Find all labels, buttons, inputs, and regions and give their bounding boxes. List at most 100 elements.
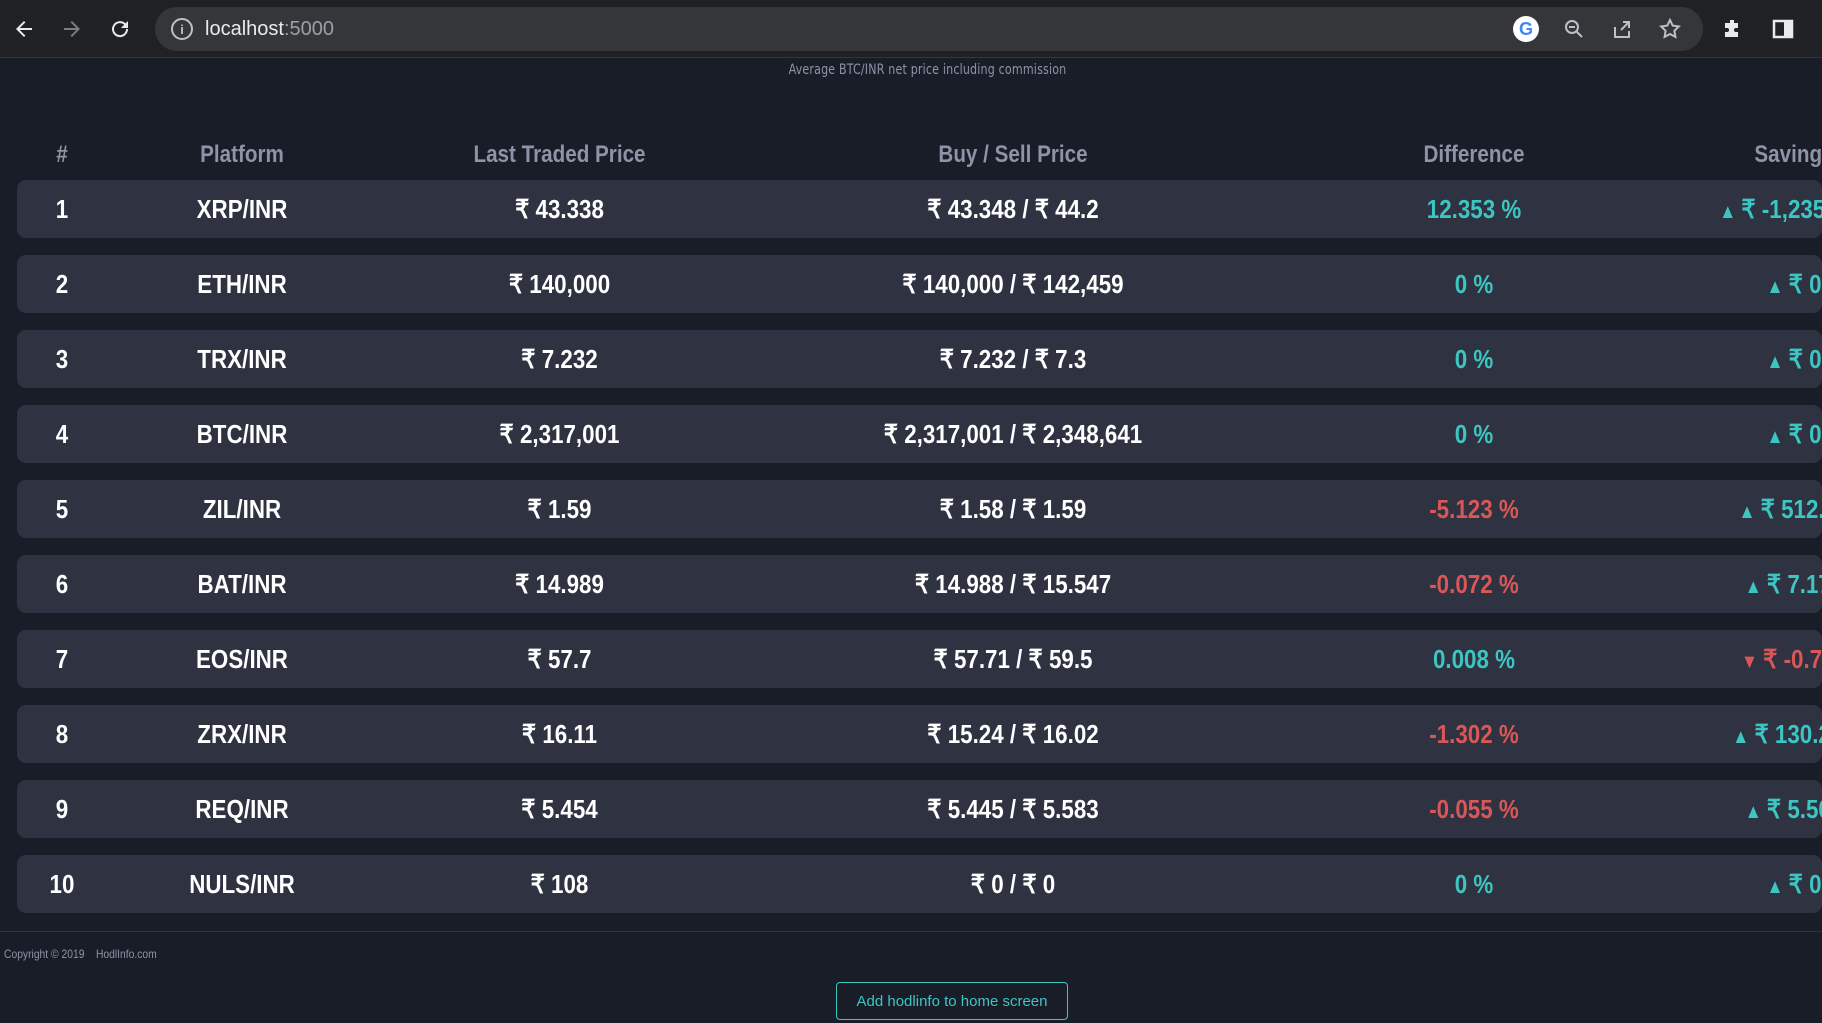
triangle-up-icon: ▲ [1766, 425, 1784, 448]
row-last-traded-price: ₹ 43.338 [515, 193, 604, 224]
zoom-icon[interactable] [1559, 14, 1589, 44]
row-difference: 0.008 % [1432, 643, 1516, 674]
side-panel-icon[interactable] [1768, 14, 1798, 44]
row-platform: REQ/INR [195, 793, 289, 824]
share-icon[interactable] [1607, 14, 1637, 44]
row-difference: 0 % [1454, 868, 1494, 899]
url-port: :5000 [283, 17, 334, 40]
row-last-traded-price: ₹ 16.11 [521, 718, 598, 749]
reload-icon[interactable] [96, 0, 144, 58]
row-buy-sell-price: ₹ 1.58 / ₹ 1.59 [939, 493, 1087, 524]
row-last-traded-price: ₹ 1.59 [527, 493, 592, 524]
row-platform: ETH/INR [197, 268, 287, 299]
row-last-traded-price: ₹ 14.989 [515, 568, 604, 599]
row-platform: TRX/INR [197, 343, 287, 374]
savings-value: ₹ 0 [1788, 868, 1822, 899]
triangle-down-icon: ▼ [1740, 650, 1759, 673]
row-platform: BTC/INR [196, 418, 288, 449]
triangle-up-icon: ▲ [1766, 875, 1784, 898]
table-header: # Platform Last Traded Price Buy / Sell … [17, 130, 1822, 180]
savings-value: ₹ 0 [1788, 268, 1822, 299]
bookmark-star-icon[interactable] [1655, 14, 1685, 44]
row-platform: BAT/INR [197, 568, 287, 599]
savings-value: ₹ 130.239 [1754, 718, 1822, 749]
triangle-up-icon: ▲ [1766, 350, 1784, 373]
row-last-traded-price: ₹ 108 [530, 868, 589, 899]
row-savings: ▼₹ -0.773 [1682, 644, 1822, 675]
url-host: localhost [205, 17, 284, 40]
savings-value: ₹ -1,235.325 [1741, 193, 1822, 224]
add-to-home-screen-button[interactable]: Add hodlinfo to home screen [836, 982, 1068, 1020]
row-difference: 0 % [1454, 343, 1494, 374]
table-row: 1 XRP/INR ₹ 43.338 ₹ 43.348 / ₹ 44.2 12.353 … [17, 180, 1822, 238]
back-icon[interactable] [0, 0, 48, 58]
copyright-label: Copyright © 2019 [4, 947, 85, 961]
extensions-icon[interactable] [1718, 14, 1748, 44]
row-savings: ▲₹ 7.178 [1682, 569, 1822, 600]
row-savings: ▲ ₹ 0 [1682, 269, 1822, 300]
row-rank: 8 [55, 718, 69, 749]
address-bar[interactable]: i localhost :5000 G [155, 7, 1703, 51]
forward-icon[interactable] [48, 0, 96, 58]
row-last-traded-price: ₹ 5.454 [521, 793, 598, 824]
row-rank: 9 [55, 793, 69, 824]
row-savings: ▲ ₹ 0 [1682, 419, 1822, 450]
copyright-text: Copyright © 2019 HodlInfo.com [4, 947, 157, 961]
row-difference: 0 % [1454, 268, 1494, 299]
row-difference: -0.072 % [1429, 568, 1519, 599]
savings-value: ₹ 512.31 [1760, 493, 1822, 524]
site-link[interactable]: HodlInfo.com [96, 947, 157, 961]
row-platform: ZRX/INR [197, 718, 287, 749]
row-savings: ▲₹ 5.502 [1682, 794, 1822, 825]
header-difference: Difference [1423, 141, 1525, 168]
price-table: # Platform Last Traded Price Buy / Sell … [17, 130, 1822, 913]
row-platform: EOS/INR [196, 643, 288, 674]
browser-toolbar: i localhost :5000 G [0, 0, 1822, 58]
row-savings: ▲ ₹ 0 [1682, 344, 1822, 375]
row-buy-sell-price: ₹ 43.348 / ₹ 44.2 [927, 193, 1099, 224]
page-subtitle: Average BTC/INR net price including comm… [788, 62, 1067, 78]
table-row: 5 ZIL/INR ₹ 1.59 ₹ 1.58 / ₹ 1.59 -5.123 % ▲ ₹ … [17, 480, 1822, 538]
savings-value: ₹ 0 [1788, 343, 1822, 374]
row-last-traded-price: ₹ 57.7 [527, 643, 592, 674]
row-last-traded-price: ₹ 2,317,001 [499, 418, 620, 449]
table-row: 8 ZRX/INR ₹ 16.11 ₹ 15.24 / ₹ 16.02 -1.302 %… [17, 705, 1822, 763]
row-rank: 5 [55, 493, 69, 524]
row-savings: ▲₹ 512.31 [1682, 494, 1822, 525]
savings-value: ₹ 0 [1788, 418, 1822, 449]
savings-value: ₹ 5.502 [1766, 793, 1822, 824]
header-buy-sell-price: Buy / Sell Price [938, 141, 1088, 168]
row-difference: 0 % [1454, 418, 1494, 449]
table-body: 1 XRP/INR ₹ 43.338 ₹ 43.348 / ₹ 44.2 12.353 … [17, 180, 1822, 913]
row-savings: ▲₹ -1,235.325 [1682, 194, 1822, 225]
row-rank: 3 [55, 343, 69, 374]
triangle-up-icon: ▲ [1744, 800, 1762, 823]
row-buy-sell-price: ₹ 140,000 / ₹ 142,459 [902, 268, 1124, 299]
savings-value: ₹ 7.178 [1766, 568, 1822, 599]
row-difference: -5.123 % [1429, 493, 1519, 524]
row-buy-sell-price: ₹ 14.988 / ₹ 15.547 [914, 568, 1112, 599]
triangle-up-icon: ▲ [1744, 575, 1762, 598]
row-buy-sell-price: ₹ 15.24 / ₹ 16.02 [927, 718, 1099, 749]
header-savings: Savings [1754, 141, 1822, 168]
savings-value: ₹ -0.773 [1763, 643, 1822, 674]
row-rank: 6 [55, 568, 69, 599]
google-icon[interactable]: G [1511, 14, 1541, 44]
row-last-traded-price: ₹ 140,000 [508, 268, 611, 299]
header-platform: Platform [200, 141, 284, 168]
row-rank: 1 [55, 193, 69, 224]
table-row: 7 EOS/INR ₹ 57.7 ₹ 57.71 / ₹ 59.5 0.008 % ▼ ₹ … [17, 630, 1822, 688]
row-savings: ▲₹ 130.239 [1682, 719, 1822, 750]
row-rank: 2 [55, 268, 69, 299]
table-row: 6 BAT/INR ₹ 14.989 ₹ 14.988 / ₹ 15.547 -0.07… [17, 555, 1822, 613]
info-icon[interactable]: i [171, 18, 193, 40]
triangle-up-icon: ▲ [1766, 275, 1784, 298]
row-buy-sell-price: ₹ 5.445 / ₹ 5.583 [927, 793, 1099, 824]
row-platform: XRP/INR [196, 193, 288, 224]
row-platform: NULS/INR [189, 868, 295, 899]
table-row: 9 REQ/INR ₹ 5.454 ₹ 5.445 / ₹ 5.583 -0.055 %… [17, 780, 1822, 838]
row-buy-sell-price: ₹ 57.71 / ₹ 59.5 [933, 643, 1093, 674]
row-buy-sell-price: ₹ 7.232 / ₹ 7.3 [939, 343, 1087, 374]
header-rank: # [56, 141, 68, 168]
table-row: 2 ETH/INR ₹ 140,000 ₹ 140,000 / ₹ 142,459 0 … [17, 255, 1822, 313]
